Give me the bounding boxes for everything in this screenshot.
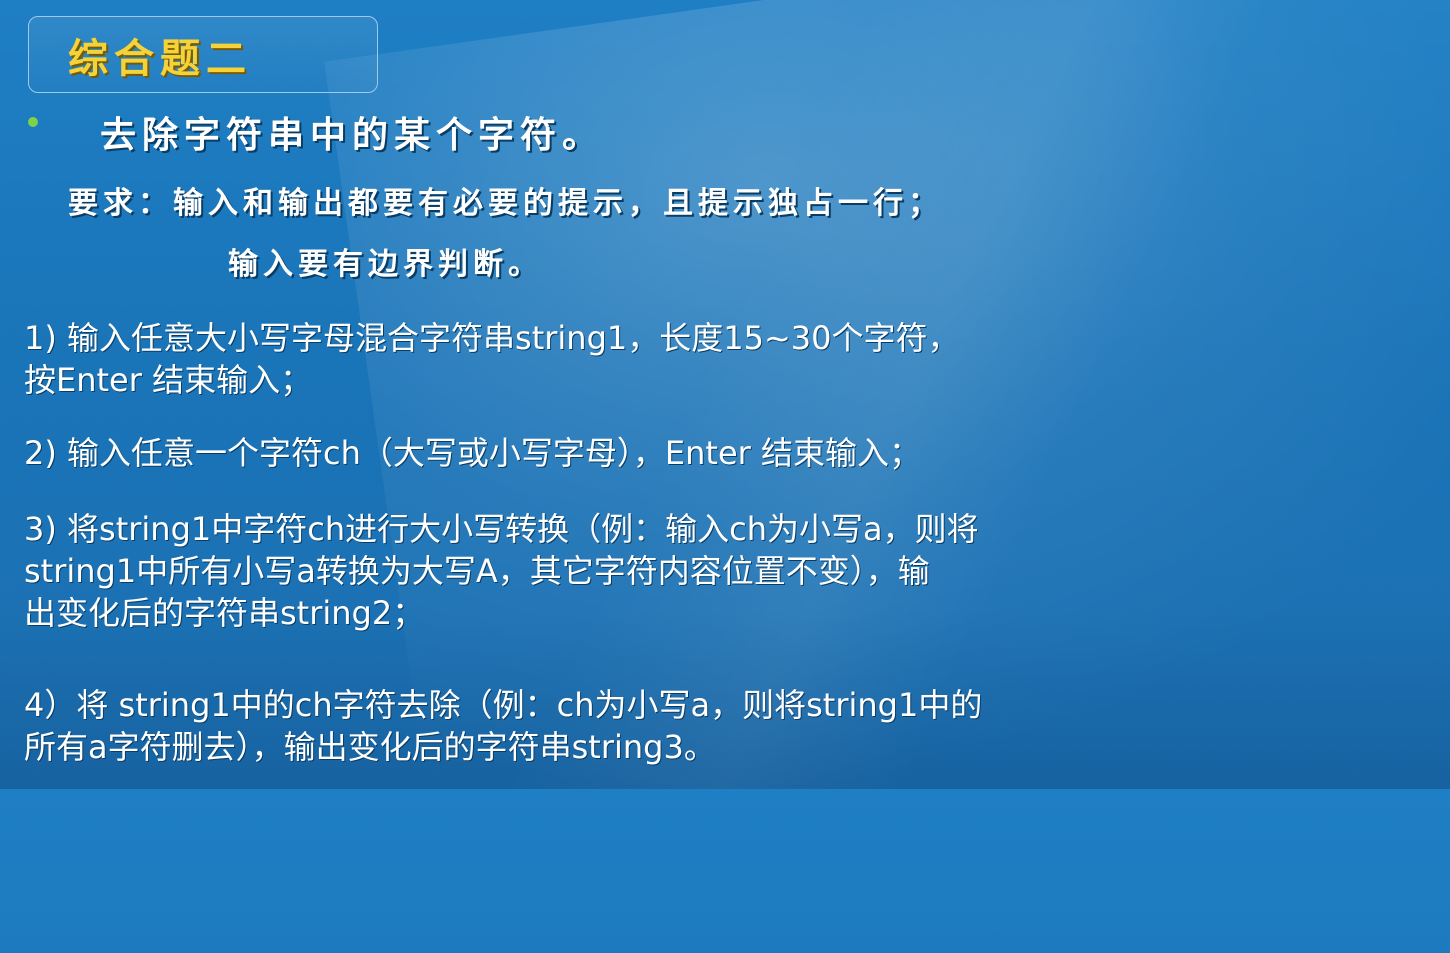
bullet-dot	[28, 117, 38, 127]
requirement-line-2: 输入要有边界判断。	[228, 247, 543, 282]
step-1-line-1: 1) 输入任意大小写字母混合字符串string1，长度15~30个字符，	[24, 319, 960, 357]
step-3: 3) 将string1中字符ch进行大小写转换（例：输入ch为小写a，则将 st…	[24, 508, 1434, 634]
step-4-line-1: 4）将 string1中的ch字符去除（例：ch为小写a，则将string1中的	[24, 686, 983, 724]
step-1: 1) 输入任意大小写字母混合字符串string1，长度15~30个字符， 按En…	[24, 317, 1434, 401]
step-1-line-2: 按Enter 结束输入；	[24, 361, 313, 399]
requirement-line-1: 要求：输入和输出都要有必要的提示，且提示独占一行；	[68, 186, 943, 221]
step-4: 4）将 string1中的ch字符去除（例：ch为小写a，则将string1中的…	[24, 684, 1434, 768]
slide-heading: 去除字符串中的某个字符。	[100, 114, 605, 156]
step-3-line-3: 出变化后的字符串string2；	[24, 594, 425, 632]
step-3-line-2: string1中所有小写a转换为大写A，其它字符内容位置不变），输	[24, 552, 930, 590]
step-2-line-1: 2) 输入任意一个字符ch（大写或小写字母），Enter 结束输入；	[24, 434, 921, 472]
step-4-line-2: 所有a字符删去），输出变化后的字符串string3。	[24, 728, 716, 766]
step-3-line-1: 3) 将string1中字符ch进行大小写转换（例：输入ch为小写a，则将	[24, 510, 979, 548]
slide-title: 综合题二	[68, 35, 252, 82]
step-2: 2) 输入任意一个字符ch（大写或小写字母），Enter 结束输入；	[24, 432, 1434, 474]
